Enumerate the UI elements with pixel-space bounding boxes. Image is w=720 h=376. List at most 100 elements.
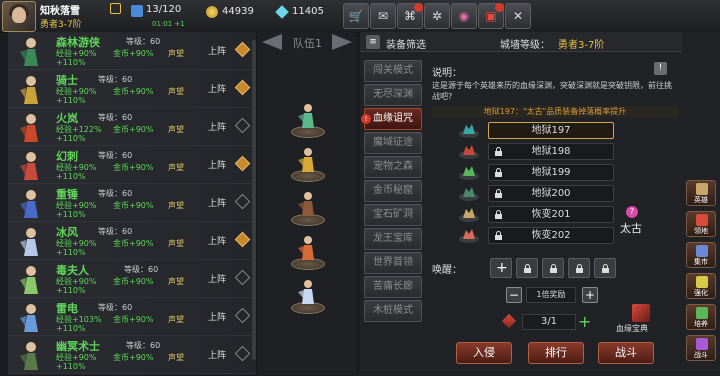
sidebar-button[interactable]: 领地: [686, 211, 716, 237]
dungeon-content: 说明： ! 这是源于每个英雄来历的血缘深渊，突破深渊就是突破钥限，前往挑战吧? …: [430, 60, 682, 370]
reward-multiplier: 1倍奖励: [526, 287, 576, 303]
hero-row[interactable]: 骑士 等级：60 经验+90% 金币+90% 声望 +110% 上阵: [8, 70, 256, 108]
team-next-button[interactable]: [332, 34, 354, 50]
dungeon-level[interactable]: 恢变201: [488, 206, 614, 223]
plus-icon: +: [578, 312, 592, 331]
ranking-button[interactable]: 排行: [528, 342, 584, 364]
hero-row[interactable]: 幽冥术士 等级：60 经验+90% 金币+90% 声望 +110% 上阵: [8, 336, 256, 374]
deploy-toggle[interactable]: [234, 79, 251, 96]
wake-slot-locked[interactable]: [516, 258, 538, 278]
deploy-toggle[interactable]: [234, 345, 251, 362]
hero-row[interactable]: 森林游侠 等级：60 经验+90% 金币+90% 声望 +110% 上阵: [8, 32, 256, 70]
team-slot[interactable]: [291, 104, 325, 138]
mode-tab[interactable]: ! 血缘诅咒: [361, 108, 422, 130]
sidebar-button[interactable]: 战斗: [686, 335, 716, 361]
mode-tab[interactable]: 魔域征途: [364, 132, 422, 154]
deploy-label: 上阵: [208, 47, 227, 57]
mode-tab[interactable]: 金币秘窟: [364, 180, 422, 202]
hero-level: 等级：60: [98, 113, 133, 122]
mode-label: 金币秘窟: [373, 185, 413, 196]
deploy-toggle[interactable]: [234, 193, 251, 210]
menu-icon[interactable]: ≡: [366, 35, 380, 49]
sidebar-button[interactable]: 英雄: [686, 180, 716, 206]
dungeon-level[interactable]: 恢变202: [488, 227, 614, 244]
team-slot[interactable]: [291, 236, 325, 270]
invade-button[interactable]: 入侵: [456, 342, 512, 364]
hero-coin-bonus: 金币+90%: [113, 201, 154, 210]
deploy-toggle[interactable]: [234, 231, 251, 248]
deploy-label: 上阵: [208, 161, 227, 171]
mode-tab[interactable]: 闯关模式: [364, 60, 422, 82]
deploy-toggle[interactable]: [234, 41, 251, 58]
lock-icon: [495, 147, 502, 156]
hero-fame: 声望: [168, 49, 184, 58]
mode-tab[interactable]: 苦痛长廊: [364, 276, 422, 298]
wake-slot-locked[interactable]: [542, 258, 564, 278]
mode-tab[interactable]: 无尽深渊: [364, 84, 422, 106]
info-button[interactable]: !: [654, 62, 667, 75]
hero-row[interactable]: 冰风 等级：60 经验+90% 金币+90% 声望 +110% 上阵: [8, 222, 256, 260]
team-slot[interactable]: [291, 192, 325, 226]
fight-button[interactable]: 战斗: [598, 342, 654, 364]
book-icon[interactable]: [632, 304, 650, 322]
settings-button[interactable]: ✲: [424, 3, 450, 29]
hero-list-scrollbar[interactable]: [252, 40, 256, 360]
add-attempts-button[interactable]: +: [578, 314, 591, 330]
top-bar: 知秋落雪 勇者3-7阶 13/120 01:01 +1 44939 11405 …: [0, 0, 720, 33]
wake-label: 唤醒：: [432, 265, 462, 276]
wake-add-slot[interactable]: +: [490, 258, 512, 278]
wake-slot-locked[interactable]: [594, 258, 616, 278]
team-slot[interactable]: [291, 280, 325, 314]
team-slot[interactable]: [291, 148, 325, 182]
crossed-tools-icon: ✕: [512, 9, 524, 23]
hero-fame: 声望: [168, 87, 184, 96]
deploy-toggle[interactable]: [234, 269, 251, 286]
quality-badge[interactable]: ?: [626, 206, 638, 218]
hero-extra-bonus: +110%: [56, 58, 86, 67]
palette-button[interactable]: ◉: [451, 3, 477, 29]
hero-row[interactable]: 幻刺 等级：60 经验+90% 金币+90% 声望 +110% 上阵: [8, 146, 256, 184]
mode-tab[interactable]: 世界首领: [364, 252, 422, 274]
mode-tab[interactable]: 宠物之森: [364, 156, 422, 178]
gift-button[interactable]: ▣: [478, 3, 504, 29]
sidebar-label: 强化: [694, 289, 708, 297]
hero-row[interactable]: 重锤 等级：60 经验+90% 金币+90% 声望 +110% 上阵: [8, 184, 256, 222]
mode-tab[interactable]: 龙王宝库: [364, 228, 422, 250]
team-label: 队伍1: [293, 37, 322, 50]
gamepad-button[interactable]: ⌘: [397, 3, 423, 29]
wake-slot-locked[interactable]: [568, 258, 590, 278]
tools-button[interactable]: ✕: [505, 3, 531, 29]
sidebar-button[interactable]: 强化: [686, 273, 716, 299]
hero-portrait: [14, 338, 48, 372]
deploy-toggle[interactable]: [234, 155, 251, 172]
deploy-toggle[interactable]: [234, 307, 251, 324]
lock-icon: [550, 264, 557, 273]
sidebar-button[interactable]: 培养: [686, 304, 716, 330]
reward-decrease-button[interactable]: −: [506, 287, 522, 303]
mode-tab[interactable]: 木桩模式: [364, 300, 422, 322]
deploy-toggle[interactable]: [234, 117, 251, 134]
mode-label: 苦痛长廊: [373, 281, 413, 292]
player-avatar[interactable]: [2, 1, 36, 32]
filter-label[interactable]: 装备筛选: [386, 36, 426, 51]
hero-level: 等级：60: [124, 265, 159, 274]
dungeon-level[interactable]: 地狱198: [488, 143, 614, 160]
alert-icon: !: [361, 114, 371, 124]
team-prev-button[interactable]: [262, 34, 284, 50]
lock-icon: [495, 210, 502, 219]
hero-row[interactable]: 毒夫人 等级：60 经验+90% 金币+90% 声望 +110% 上阵: [8, 260, 256, 298]
mode-label: 魔域征途: [373, 137, 413, 148]
sidebar-button[interactable]: 集市: [686, 242, 716, 268]
dungeon-level[interactable]: 地狱197: [488, 122, 614, 139]
dungeon-level[interactable]: 地狱200: [488, 185, 614, 202]
energy-value: 13/120: [146, 4, 182, 15]
hero-row[interactable]: 雷电 等级：60 经验+103% 金币+90% 声望 +110% 上阵: [8, 298, 256, 336]
edit-icon[interactable]: [110, 3, 121, 14]
hero-row[interactable]: 火岚 等级：60 经验+122% 金币+90% 声望 +110% 上阵: [8, 108, 256, 146]
store-button[interactable]: 🛒: [343, 3, 369, 29]
hero-level: 等级：60: [98, 303, 133, 312]
reward-increase-button[interactable]: +: [582, 287, 598, 303]
dungeon-level[interactable]: 地狱199: [488, 164, 614, 181]
mail-button[interactable]: ✉: [370, 3, 396, 29]
mode-tab[interactable]: 宝石矿洞: [364, 204, 422, 226]
